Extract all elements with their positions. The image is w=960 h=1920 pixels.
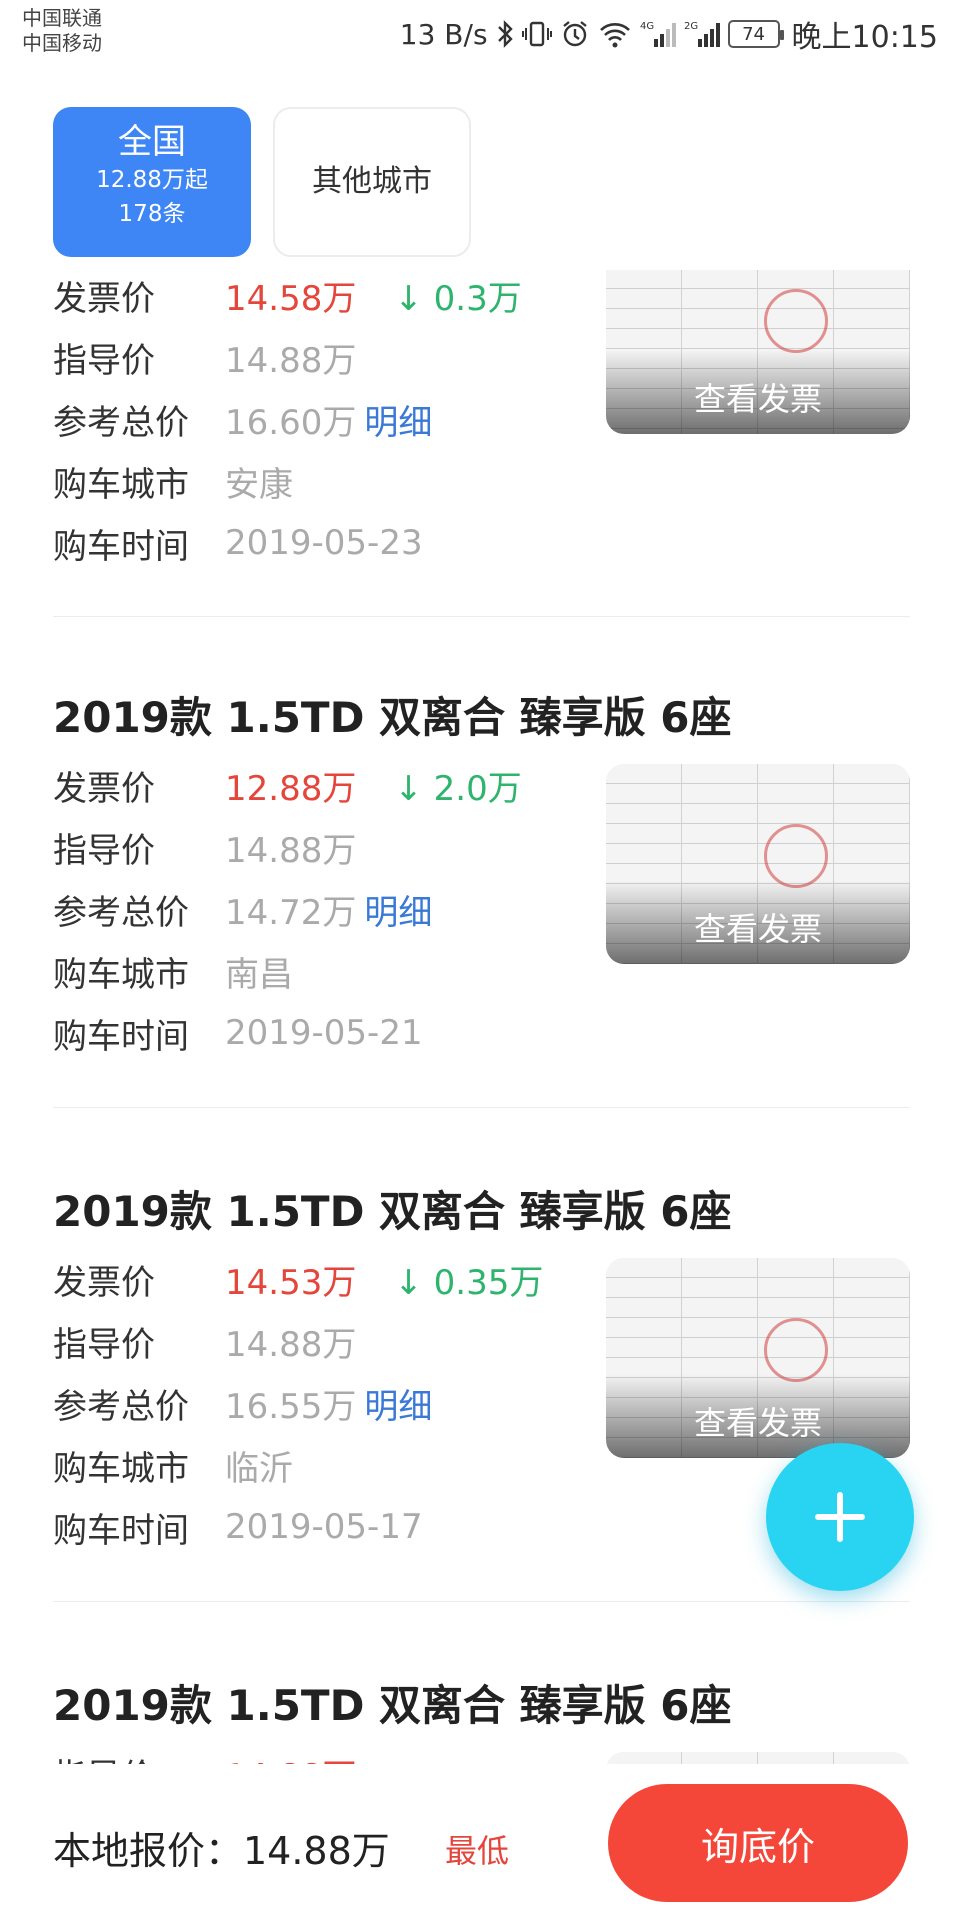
- city-row: 购车城市 南昌: [53, 946, 293, 996]
- status-bar: 中国联通 中国移动 13 B/s 4G 2G 74 晚上10:15: [0, 0, 960, 70]
- bottom-bar: 本地报价：14.88万 最低 询底价: [0, 1764, 960, 1920]
- price-drop: ↓ 0.35万: [394, 1262, 544, 1303]
- tab-other-cities-name: 其他城市: [312, 164, 432, 199]
- invoice-price: 14.58万: [225, 278, 357, 319]
- guide-price-row: 指导价 14.88万: [53, 1316, 356, 1366]
- carrier-info: 中国联通 中国移动: [22, 6, 102, 56]
- date-row: 购车时间 2019-05-23: [53, 518, 423, 568]
- invoice-price: 14.53万: [225, 1262, 357, 1303]
- invoice-price-row: 发票价 14.58万 ↓ 0.3万: [53, 270, 522, 320]
- guide-price-label: 指导价: [53, 1749, 225, 1765]
- invoice-price-label: 发票价: [53, 1262, 155, 1303]
- invoice-thumbnail[interactable]: 查看发票: [606, 764, 910, 964]
- list-item[interactable]: 2019款 1.5TD 双离合 臻享版 6座 指导价 14.88万: [0, 1672, 960, 1764]
- guide-price-label: 指导价: [53, 340, 155, 381]
- plus-icon: [815, 1492, 865, 1542]
- status-icons: 13 B/s 4G 2G 74 晚上10:15: [399, 14, 938, 56]
- divider: [53, 616, 910, 617]
- purchase-city: 临沂: [225, 1448, 293, 1489]
- guide-price-row: 指导价 14.88万: [53, 332, 356, 382]
- guide-price: 14.88万: [225, 1324, 357, 1365]
- signal-4g-icon: 4G: [640, 17, 676, 51]
- add-button[interactable]: [766, 1443, 914, 1591]
- signal-2g-icon: 2G: [684, 17, 720, 51]
- total-price-label: 参考总价: [53, 1386, 189, 1427]
- total-price-row: 参考总价 14.72万 明细: [53, 884, 432, 934]
- total-price-label: 参考总价: [53, 402, 189, 443]
- ask-lowest-price-button[interactable]: 询底价: [608, 1784, 908, 1902]
- price-drop: ↓ 2.0万: [394, 768, 522, 809]
- total-price: 16.60万: [225, 402, 357, 443]
- list-item[interactable]: 发票价 14.58万 ↓ 0.3万 指导价 14.88万 参考总价 16.60万…: [0, 270, 960, 617]
- invoice-price-label: 发票价: [53, 278, 155, 319]
- listing-title: 2019款 1.5TD 双离合 臻享版 6座: [53, 693, 732, 742]
- city-row: 购车城市 临沂: [53, 1440, 293, 1490]
- purchase-date: 2019-05-21: [225, 1013, 423, 1053]
- guide-price-label: 指导价: [53, 1324, 155, 1365]
- detail-link[interactable]: 明细: [364, 395, 432, 444]
- detail-link[interactable]: 明细: [364, 1379, 432, 1428]
- tab-national-count: 178条: [118, 201, 186, 227]
- invoice-thumbnail[interactable]: 查看发票: [606, 270, 910, 434]
- battery-icon: 74: [727, 20, 784, 48]
- tab-national-price: 12.88万起: [96, 167, 208, 193]
- carrier-2: 中国移动: [22, 31, 102, 55]
- purchase-city: 南昌: [225, 954, 293, 995]
- price-drop: ↓ 0.3万: [394, 278, 522, 319]
- invoice-price-label: 发票价: [53, 768, 155, 809]
- listing-title: 2019款 1.5TD 双离合 臻享版 6座: [53, 1681, 732, 1730]
- invoice-thumbnail[interactable]: 查看发票: [606, 1258, 910, 1458]
- svg-text:2G: 2G: [684, 21, 698, 32]
- guide-price-row: 指导价 14.88万: [53, 822, 356, 872]
- date-label: 购车时间: [53, 526, 189, 567]
- date-row: 购车时间 2019-05-17: [53, 1502, 423, 1552]
- view-invoice-label: 查看发票: [693, 1404, 822, 1442]
- local-price: 本地报价：14.88万: [53, 1829, 390, 1873]
- total-price: 14.72万: [225, 892, 357, 933]
- alarm-icon: [560, 17, 590, 51]
- city-label: 购车城市: [53, 954, 189, 995]
- detail-link[interactable]: 明细: [364, 885, 432, 934]
- tab-national[interactable]: 全国 12.88万起 178条: [53, 107, 251, 257]
- battery-level: 74: [742, 23, 765, 45]
- total-price-row: 参考总价 16.60万 明细: [53, 394, 432, 444]
- view-invoice-label: 查看发票: [693, 380, 822, 418]
- purchase-date: 2019-05-23: [225, 523, 423, 563]
- view-invoice-label: 查看发票: [693, 910, 822, 948]
- divider: [53, 1601, 910, 1602]
- invoice-price-row: 发票价 14.53万 ↓ 0.35万: [53, 1254, 543, 1304]
- list-item[interactable]: 2019款 1.5TD 双离合 臻享版 6座 发票价 12.88万 ↓ 2.0万…: [0, 684, 960, 1164]
- invoice-thumbnail[interactable]: [606, 1752, 910, 1764]
- invoice-price-row: 发票价 12.88万 ↓ 2.0万: [53, 760, 522, 810]
- invoice-price: 14.88万: [225, 1749, 356, 1765]
- invoice-price: 12.88万: [225, 768, 357, 809]
- vibrate-icon: [521, 17, 552, 51]
- city-label: 购车城市: [53, 464, 189, 505]
- guide-price-label: 指导价: [53, 830, 155, 871]
- guide-price: 14.88万: [225, 830, 357, 871]
- carrier-1: 中国联通: [22, 6, 102, 30]
- date-label: 购车时间: [53, 1016, 189, 1057]
- clock: 晚上10:15: [791, 20, 938, 55]
- lowest-badge: 最低: [445, 1832, 510, 1870]
- total-price: 16.55万: [225, 1386, 357, 1427]
- guide-price-row: 指导价 14.88万: [53, 1748, 356, 1765]
- bluetooth-icon: [496, 17, 514, 51]
- date-row: 购车时间 2019-05-21: [53, 1008, 423, 1058]
- tab-national-name: 全国: [118, 122, 186, 162]
- guide-price: 14.88万: [225, 340, 357, 381]
- total-price-label: 参考总价: [53, 892, 189, 933]
- city-row: 购车城市 安康: [53, 456, 293, 506]
- network-speed: 13 B/s: [399, 17, 488, 51]
- svg-text:4G: 4G: [640, 21, 654, 32]
- city-label: 购车城市: [53, 1448, 189, 1489]
- tab-other-cities[interactable]: 其他城市: [273, 107, 471, 257]
- purchase-city: 安康: [225, 464, 293, 505]
- wifi-icon: [598, 17, 632, 51]
- total-price-row: 参考总价 16.55万 明细: [53, 1378, 432, 1428]
- purchase-date: 2019-05-17: [225, 1507, 423, 1547]
- date-label: 购车时间: [53, 1510, 189, 1551]
- listing-title: 2019款 1.5TD 双离合 臻享版 6座: [53, 1187, 732, 1236]
- divider: [53, 1107, 910, 1108]
